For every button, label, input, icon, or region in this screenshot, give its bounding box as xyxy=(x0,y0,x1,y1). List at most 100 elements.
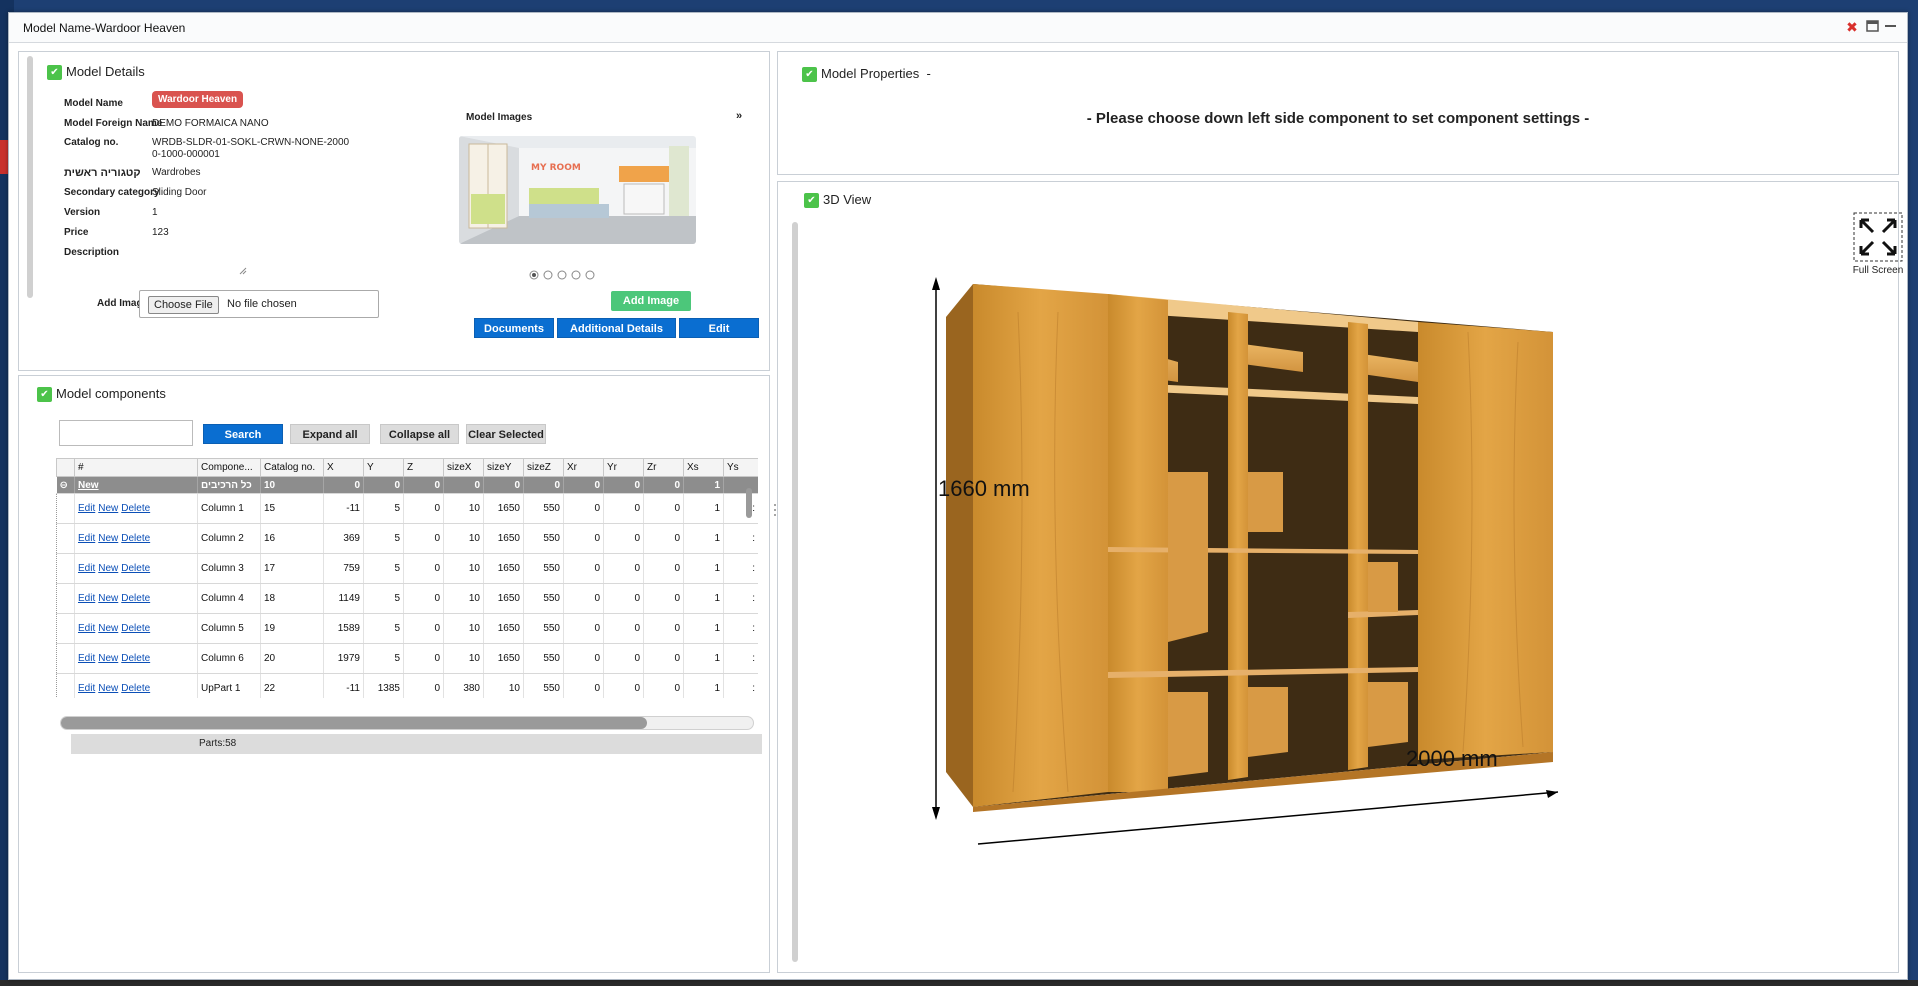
add-image-button[interactable]: Add Image xyxy=(611,291,691,311)
row-cell: 0 xyxy=(403,583,444,614)
column-header[interactable]: sizeX xyxy=(443,458,484,477)
column-header[interactable]: Yr xyxy=(603,458,644,477)
expand-toggle-icon[interactable]: ⊖ xyxy=(56,476,75,494)
column-header[interactable]: Catalog no. xyxy=(260,458,324,477)
checkbox-icon[interactable]: ✔ xyxy=(804,193,819,209)
table-row[interactable]: Edit New Delete UpPart 1 22 -11 1385 0 380 10 550 0… xyxy=(56,673,758,698)
row-edit-link[interactable]: Edit xyxy=(78,623,95,634)
table-row[interactable]: Edit New Delete Column 5 19 1589 5 0 10 1650 550 0 0… xyxy=(56,613,758,644)
column-header[interactable]: Zr xyxy=(643,458,684,477)
column-header[interactable]: sizeZ xyxy=(523,458,564,477)
row-edit-link[interactable]: Edit xyxy=(78,683,95,694)
collapse-all-button[interactable]: Collapse all xyxy=(380,424,459,444)
expand-all-button[interactable]: Expand all xyxy=(290,424,370,444)
grid-status-bar: Parts:58 xyxy=(71,734,762,754)
search-button[interactable]: Search xyxy=(203,424,283,444)
column-header[interactable]: Xr xyxy=(563,458,604,477)
group-cell: 0 xyxy=(643,476,684,494)
additional-details-button[interactable]: Additional Details xyxy=(557,318,676,338)
model-properties-header[interactable]: ✔ Model Properties - xyxy=(802,66,931,83)
3d-view-scrollbar[interactable] xyxy=(792,222,798,962)
close-icon[interactable]: ✖ xyxy=(1844,19,1860,35)
row-delete-link[interactable]: Delete xyxy=(121,653,150,664)
model-components-header[interactable]: ✔ Model components xyxy=(37,386,166,403)
row-cell: 1 xyxy=(683,583,724,614)
row-delete-link[interactable]: Delete xyxy=(121,533,150,544)
column-header[interactable]: Ys xyxy=(723,458,758,477)
edit-button[interactable]: Edit xyxy=(679,318,759,338)
full-screen-button[interactable]: Full Screen xyxy=(1852,212,1904,276)
minimize-icon[interactable] xyxy=(1882,19,1898,35)
column-header[interactable]: sizeY xyxy=(483,458,524,477)
row-cell: -11 xyxy=(323,673,364,698)
column-header[interactable]: X xyxy=(323,458,364,477)
row-edit-link[interactable]: Edit xyxy=(78,653,95,664)
column-header[interactable]: # xyxy=(74,458,198,477)
table-group-row[interactable]: ⊖ New כל הרכיבים 10 0 0 0 0 0 0 0 0 0 1 xyxy=(56,476,758,494)
row-new-link[interactable]: New xyxy=(98,593,118,604)
column-header[interactable]: Compone... xyxy=(197,458,261,477)
value-secondary-category: Sliding Door xyxy=(152,187,207,198)
row-cell: 5 xyxy=(363,493,404,524)
clear-selected-button[interactable]: Clear Selected xyxy=(466,424,546,444)
file-input[interactable]: Choose File No file chosen xyxy=(139,290,379,318)
collapse-images-icon[interactable]: » xyxy=(736,110,742,122)
row-cell: 1650 xyxy=(483,553,524,584)
row-component-name: UpPart 1 xyxy=(197,673,261,698)
properties-splitter[interactable] xyxy=(1331,176,1343,184)
row-delete-link[interactable]: Delete xyxy=(121,563,150,574)
row-cell: 550 xyxy=(523,493,564,524)
grid-scroll-thumb[interactable] xyxy=(61,717,647,729)
row-edit-link[interactable]: Edit xyxy=(78,593,95,604)
model-image[interactable]: MY ROOM xyxy=(459,136,696,244)
components-grid: # Compone... Catalog no. X Y Z sizeX siz… xyxy=(56,458,758,698)
component-search-input[interactable] xyxy=(59,420,193,446)
column-header[interactable]: Xs xyxy=(683,458,724,477)
row-new-link[interactable]: New xyxy=(98,503,118,514)
row-edit-link[interactable]: Edit xyxy=(78,533,95,544)
maximize-icon[interactable] xyxy=(1864,19,1880,35)
group-new-link[interactable]: New xyxy=(74,476,198,494)
row-cell: 0 xyxy=(603,673,644,698)
background-taskbar xyxy=(0,980,1918,986)
row-edit-link[interactable]: Edit xyxy=(78,563,95,574)
choose-file-button[interactable]: Choose File xyxy=(148,296,219,314)
row-delete-link[interactable]: Delete xyxy=(121,683,150,694)
checkbox-icon[interactable]: ✔ xyxy=(47,65,62,81)
row-component-name: Column 3 xyxy=(197,553,261,584)
table-row[interactable]: Edit New Delete Column 6 20 1979 5 0 10 1650 550 0 0… xyxy=(56,643,758,674)
grid-vertical-scrollbar[interactable] xyxy=(746,488,752,518)
column-header[interactable]: Y xyxy=(363,458,404,477)
table-row[interactable]: Edit New Delete Column 1 15 -11 5 0 10 1650 550 0 0 0… xyxy=(56,493,758,524)
row-new-link[interactable]: New xyxy=(98,563,118,574)
row-new-link[interactable]: New xyxy=(98,653,118,664)
checkbox-icon[interactable]: ✔ xyxy=(802,67,817,83)
row-edit-link[interactable]: Edit xyxy=(78,503,95,514)
model-properties-panel: ✔ Model Properties - - Please choose down… xyxy=(777,51,1899,175)
row-delete-link[interactable]: Delete xyxy=(121,503,150,514)
row-delete-link[interactable]: Delete xyxy=(121,623,150,634)
table-row[interactable]: Edit New Delete Column 2 16 369 5 0 10 1650 550 0 0 0… xyxy=(56,523,758,554)
row-new-link[interactable]: New xyxy=(98,683,118,694)
table-header-row: # Compone... Catalog no. X Y Z sizeX siz… xyxy=(56,458,758,477)
row-delete-link[interactable]: Delete xyxy=(121,593,150,604)
row-new-link[interactable]: New xyxy=(98,533,118,544)
description-resize-handle[interactable] xyxy=(239,266,247,275)
model-details-header[interactable]: ✔ Model Details xyxy=(47,64,145,81)
column-header[interactable]: Z xyxy=(403,458,444,477)
row-indent xyxy=(56,493,75,524)
window-titlebar[interactable]: Model Name-Wardoor Heaven ✖ xyxy=(9,13,1907,43)
grid-horizontal-scrollbar[interactable] xyxy=(60,716,754,730)
no-file-text: No file chosen xyxy=(227,298,297,310)
3d-view-header[interactable]: ✔ 3D View xyxy=(804,192,871,209)
details-scrollbar[interactable] xyxy=(27,56,33,298)
group-cell: 0 xyxy=(603,476,644,494)
table-row[interactable]: Edit New Delete Column 4 18 1149 5 0 10 1650 550 0 0… xyxy=(56,583,758,614)
checkbox-icon[interactable]: ✔ xyxy=(37,387,52,403)
row-new-link[interactable]: New xyxy=(98,623,118,634)
table-header-spacer xyxy=(56,458,75,477)
documents-button[interactable]: Documents xyxy=(474,318,554,338)
row-cell: 0 xyxy=(403,553,444,584)
table-row[interactable]: Edit New Delete Column 3 17 759 5 0 10 1650 550 0 0 0… xyxy=(56,553,758,584)
wardrobe-3d-render[interactable] xyxy=(928,232,1568,932)
